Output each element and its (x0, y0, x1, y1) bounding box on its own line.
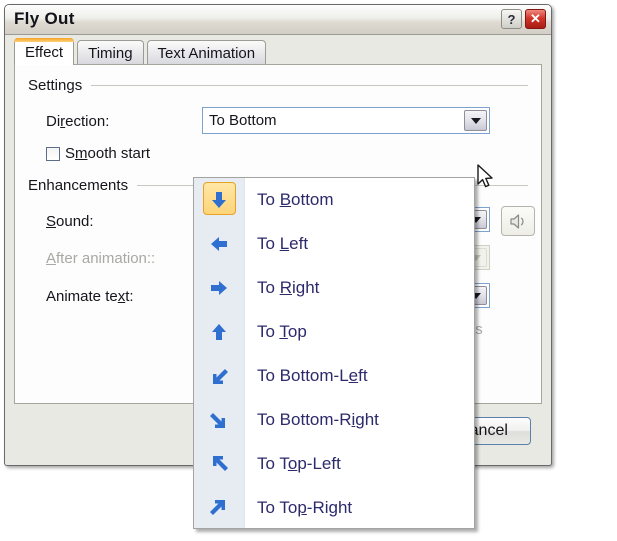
dropdown-item-to-top-right[interactable]: To Top-Right (194, 486, 474, 528)
help-button[interactable]: ? (501, 9, 522, 29)
arrow-left-icon (194, 222, 244, 266)
arrow-down-icon (194, 178, 244, 222)
dropdown-item-to-left[interactable]: To Left (194, 222, 474, 266)
direction-label: Direction: (46, 113, 110, 130)
arrow-pointer-icon (477, 164, 493, 188)
settings-group-header: Settings (28, 77, 528, 94)
window-title: Fly Out (14, 9, 75, 28)
dropdown-item-label: To Left (257, 234, 309, 253)
title-bar[interactable]: Fly Out ? ✕ (5, 5, 551, 35)
tab-effect[interactable]: Effect (14, 38, 75, 65)
settings-group-label: Settings (28, 77, 83, 94)
screen: Fly Out ? ✕ Effect Timing Text Animation… (0, 0, 617, 541)
sound-label: Sound: (46, 213, 94, 230)
dropdown-item-label: To Bottom (257, 190, 334, 209)
arrow-down-left-icon (194, 354, 244, 398)
smooth-start-checkbox[interactable]: Smooth start (46, 145, 150, 162)
arrow-up-right-icon (194, 486, 244, 528)
tab-text-animation[interactable]: Text Animation (146, 40, 267, 65)
dropdown-item-label: To Bottom-Right (257, 410, 379, 429)
dropdown-item-label: To Bottom-Left (257, 366, 368, 385)
direction-combobox-value: To Bottom (209, 112, 277, 129)
mouse-cursor (476, 164, 496, 197)
direction-combobox[interactable]: To Bottom (202, 107, 490, 134)
chevron-down-icon (470, 117, 481, 124)
dropdown-item-label: To Top-Right (257, 498, 353, 517)
dropdown-item-label: To Top-Left (257, 454, 341, 473)
arrow-down-right-icon (194, 398, 244, 442)
dropdown-item-label: To Top (257, 322, 307, 341)
dropdown-item-to-right[interactable]: To Right (194, 266, 474, 310)
enhancements-group-label: Enhancements (28, 177, 129, 194)
dropdown-item-to-top-left[interactable]: To Top-Left (194, 442, 474, 486)
title-bar-buttons: ? ✕ (501, 9, 546, 29)
direction-dropdown-button[interactable] (464, 110, 487, 131)
smooth-start-label: Smooth start (65, 145, 151, 162)
dropdown-item-label: To Right (257, 278, 320, 297)
dropdown-item-to-bottom-right[interactable]: To Bottom-Right (194, 398, 474, 442)
close-button[interactable]: ✕ (525, 9, 546, 29)
after-animation-label: After animation:: (46, 250, 156, 267)
arrow-up-left-icon (194, 442, 244, 486)
dropdown-item-to-bottom[interactable]: To Bottom (194, 178, 474, 222)
direction-dropdown-list[interactable]: To Bottom To Left To Right To Top To Bot… (193, 177, 475, 529)
arrow-right-icon (194, 266, 244, 310)
dropdown-item-to-top[interactable]: To Top (194, 310, 474, 354)
dropdown-item-to-bottom-left[interactable]: To Bottom-Left (194, 354, 474, 398)
arrow-up-icon (194, 310, 244, 354)
sound-preview-button[interactable] (501, 206, 535, 236)
tab-timing[interactable]: Timing (77, 40, 144, 65)
animate-text-label: Animate text: (46, 288, 134, 305)
group-divider-line (91, 85, 528, 86)
speaker-icon (509, 213, 524, 229)
tab-strip: Effect Timing Text Animation (14, 38, 269, 65)
checkbox-box[interactable] (46, 146, 60, 161)
